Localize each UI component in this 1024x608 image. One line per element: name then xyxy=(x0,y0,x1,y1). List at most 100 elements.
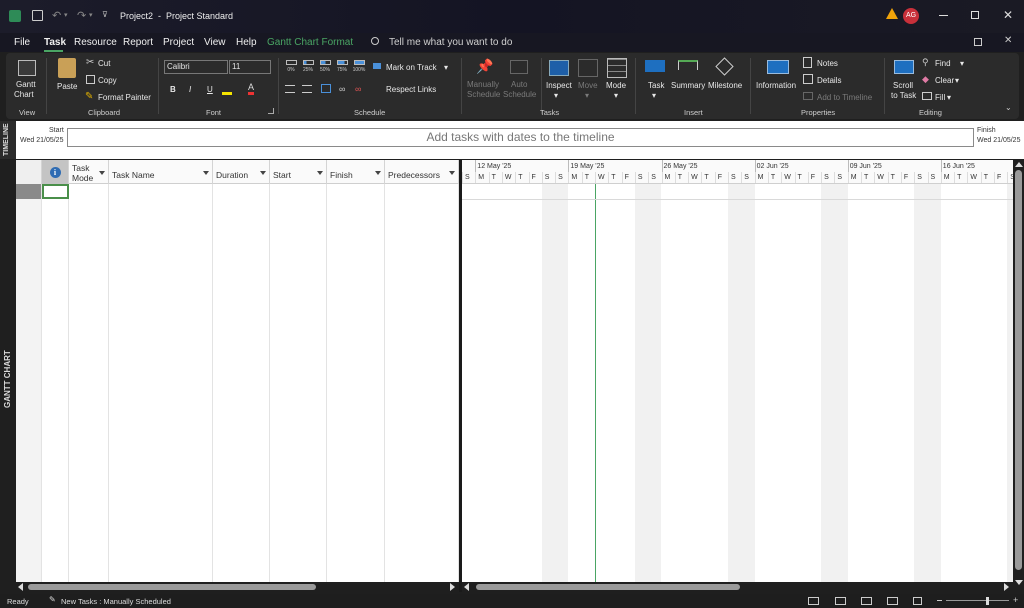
table-cell[interactable] xyxy=(270,559,327,574)
resource-sheet-shortcut-icon[interactable] xyxy=(887,597,898,605)
vertical-scrollbar[interactable] xyxy=(1013,160,1024,592)
table-cell[interactable] xyxy=(69,424,109,439)
table-cell[interactable] xyxy=(213,469,270,484)
table-cell[interactable] xyxy=(69,469,109,484)
table-cell[interactable] xyxy=(270,379,327,394)
table-row[interactable] xyxy=(16,289,459,304)
table-row[interactable] xyxy=(16,499,459,514)
chevron-down-icon[interactable] xyxy=(449,171,455,175)
table-cell[interactable] xyxy=(109,439,213,454)
undo-icon[interactable]: ↶ xyxy=(52,9,61,22)
percent-complete-1-button[interactable]: 25% xyxy=(301,59,315,77)
table-row[interactable] xyxy=(16,424,459,439)
table-cell[interactable] xyxy=(69,199,109,214)
table-cell[interactable] xyxy=(42,439,69,454)
table-cell[interactable] xyxy=(69,544,109,559)
select-all-cell[interactable] xyxy=(16,160,42,184)
save-icon[interactable] xyxy=(32,10,43,21)
font-dialog-launcher-icon[interactable] xyxy=(268,108,274,114)
table-cell[interactable] xyxy=(69,319,109,334)
add-to-timeline-button[interactable]: Add to Timeline xyxy=(817,93,872,102)
table-cell[interactable] xyxy=(109,469,213,484)
table-cell[interactable] xyxy=(385,559,459,574)
table-cell[interactable] xyxy=(213,424,270,439)
auto-schedule-button-2[interactable]: Schedule xyxy=(503,90,536,99)
row-header-cell[interactable] xyxy=(16,199,42,214)
table-cell[interactable] xyxy=(385,469,459,484)
table-cell[interactable] xyxy=(213,289,270,304)
row-header-cell[interactable] xyxy=(16,244,42,259)
gantt-chart-button-2[interactable]: Chart xyxy=(14,90,34,99)
table-cell[interactable] xyxy=(69,244,109,259)
table-row[interactable] xyxy=(16,439,459,454)
table-cell[interactable] xyxy=(270,439,327,454)
table-cell[interactable] xyxy=(385,379,459,394)
table-cell[interactable] xyxy=(270,529,327,544)
row-header-cell[interactable] xyxy=(16,529,42,544)
notes-button[interactable]: Notes xyxy=(817,59,838,68)
table-cell[interactable] xyxy=(213,394,270,409)
table-cell[interactable] xyxy=(213,454,270,469)
table-cell[interactable] xyxy=(213,274,270,289)
table-cell[interactable] xyxy=(270,454,327,469)
table-cell[interactable] xyxy=(327,394,385,409)
table-cell[interactable] xyxy=(42,364,69,379)
table-cell[interactable] xyxy=(42,349,69,364)
table-cell[interactable] xyxy=(270,244,327,259)
table-cell[interactable] xyxy=(109,304,213,319)
tab-resource[interactable]: Resource xyxy=(74,37,117,48)
table-cell[interactable] xyxy=(327,379,385,394)
indicators-column-header[interactable]: i xyxy=(42,160,69,184)
table-cell[interactable] xyxy=(42,484,69,499)
table-cell[interactable] xyxy=(69,499,109,514)
chevron-down-icon[interactable] xyxy=(260,171,266,175)
italic-button[interactable]: I xyxy=(189,85,191,94)
table-cell[interactable] xyxy=(270,214,327,229)
clear-dropdown[interactable]: ▾ xyxy=(955,76,959,85)
table-cell[interactable] xyxy=(69,349,109,364)
tab-view[interactable]: View xyxy=(204,37,226,48)
table-row[interactable] xyxy=(16,259,459,274)
move-dropdown[interactable]: ▾ xyxy=(585,91,589,100)
table-row[interactable] xyxy=(16,304,459,319)
table-cell[interactable] xyxy=(213,304,270,319)
table-cell[interactable] xyxy=(327,409,385,424)
gantt-view-shortcut-icon[interactable] xyxy=(808,597,819,605)
find-button[interactable]: Find xyxy=(935,59,951,68)
scroll-to-task-button-2[interactable]: to Task xyxy=(891,91,916,100)
row-header-cell[interactable] xyxy=(16,469,42,484)
table-cell[interactable] xyxy=(69,394,109,409)
table-cell[interactable] xyxy=(42,259,69,274)
table-cell[interactable] xyxy=(270,274,327,289)
table-cell[interactable] xyxy=(109,214,213,229)
percent-complete-0-button[interactable]: 0% xyxy=(284,59,298,77)
table-cell[interactable] xyxy=(109,274,213,289)
zoom-slider-thumb[interactable] xyxy=(986,597,989,605)
table-cell[interactable] xyxy=(385,304,459,319)
scroll-left-icon[interactable] xyxy=(464,583,469,591)
percent-complete-2-button[interactable]: 50% xyxy=(318,59,332,77)
table-cell[interactable] xyxy=(327,424,385,439)
table-row[interactable] xyxy=(16,364,459,379)
paste-button[interactable]: Paste xyxy=(57,82,77,91)
report-shortcut-icon[interactable] xyxy=(913,597,922,605)
table-cell[interactable] xyxy=(385,199,459,214)
scroll-to-task-button[interactable]: Scroll xyxy=(893,81,913,90)
table-cell[interactable] xyxy=(270,304,327,319)
percent-complete-4-button[interactable]: 100% xyxy=(352,59,366,77)
table-row[interactable] xyxy=(16,184,459,199)
table-row[interactable] xyxy=(16,199,459,214)
table-cell[interactable] xyxy=(385,184,459,199)
table-cell[interactable] xyxy=(109,484,213,499)
table-cell[interactable] xyxy=(327,199,385,214)
row-header-cell[interactable] xyxy=(16,184,42,199)
table-cell[interactable] xyxy=(69,259,109,274)
table-cell[interactable] xyxy=(385,334,459,349)
scroll-right-icon[interactable] xyxy=(450,583,455,591)
mode-dropdown[interactable]: ▾ xyxy=(614,91,618,100)
font-family-select[interactable]: Calibri xyxy=(164,60,228,74)
row-header-cell[interactable] xyxy=(16,304,42,319)
table-cell[interactable] xyxy=(213,244,270,259)
table-cell[interactable] xyxy=(69,514,109,529)
table-cell[interactable] xyxy=(109,319,213,334)
